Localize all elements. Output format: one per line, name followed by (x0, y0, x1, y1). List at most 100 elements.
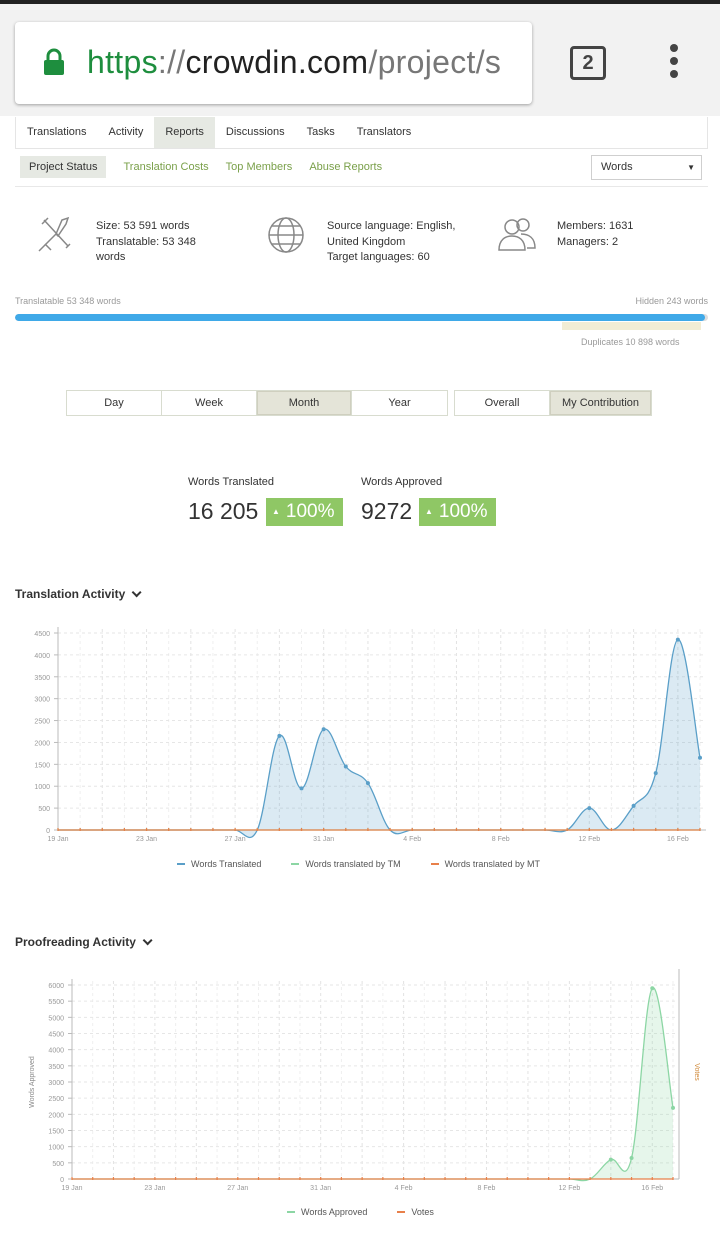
data-point (675, 637, 680, 642)
y-tick-label: 500 (52, 1161, 64, 1168)
subtab-abuse-reports[interactable]: Abuse Reports (309, 156, 382, 178)
tab-discussions[interactable]: Discussions (215, 117, 296, 148)
members-icon (497, 216, 537, 257)
translation-activity-chart: 0 500 1000 1500 2000 2500 3000 3500 4000 4500 19 J… (34, 627, 706, 843)
tab-tasks[interactable]: Tasks (296, 117, 346, 148)
browser-toolbar: https://crowdin.com/project/s 2 (0, 4, 720, 116)
tab-reports[interactable]: Reports (154, 117, 215, 148)
legend-label: Words Approved (301, 1207, 368, 1217)
y-tick-label: 2500 (48, 1096, 64, 1103)
subtab-translation-costs[interactable]: Translation Costs (123, 156, 208, 178)
legend-label: Words translated by MT (444, 859, 540, 869)
y-tick-label: 5000 (48, 1015, 64, 1022)
words-approved-label: Words Approved (361, 476, 443, 488)
words-approved-change: 100% (438, 501, 488, 522)
project-nav: Translations Activity Reports Discussions Ta… (15, 117, 708, 149)
legend-item-words-translated[interactable]: Words Translated (177, 859, 261, 869)
stats-size: Size: 53 591 words Translatable: 53 348 … (96, 219, 211, 266)
y-tick-label: 1500 (34, 762, 50, 769)
year-button[interactable]: Year (352, 391, 447, 415)
translatable-text: Translatable: 53 348 words (96, 235, 196, 264)
up-arrow-icon: ▲ (425, 507, 433, 516)
stats-members: Members: 1631 Managers: 2 (557, 219, 677, 250)
y-tick-label: 2000 (34, 740, 50, 747)
data-point (698, 755, 702, 760)
words-translated-label: Words Translated (188, 476, 275, 488)
source-language-text: Source language: English, United Kingdom (327, 220, 456, 248)
tools-icon (36, 214, 74, 259)
legend-swatch (291, 863, 300, 865)
y-tick-label: 4000 (48, 1048, 64, 1055)
data-point (653, 771, 658, 776)
words-translated-value: 16 205 (188, 498, 259, 524)
translatable-label: Translatable 53 348 words (15, 296, 121, 306)
legend-item-votes[interactable]: Votes (397, 1207, 434, 1217)
tab-translators[interactable]: Translators (346, 117, 423, 148)
series-line-words-approved (72, 987, 674, 1182)
subtab-project-status[interactable]: Project Status (20, 156, 107, 178)
unit-select[interactable]: Words ▼ (591, 155, 702, 180)
translatable-progress-bar (15, 314, 708, 321)
month-button[interactable]: Month (257, 391, 352, 415)
up-arrow-icon: ▲ (272, 507, 280, 516)
x-tick-label: 16 Feb (641, 1185, 663, 1192)
x-tick-label: 4 Feb (395, 1185, 413, 1192)
url-separator: :// (157, 44, 186, 80)
globe-icon (266, 215, 306, 260)
week-button[interactable]: Week (162, 391, 257, 415)
y-tick-label: 6000 (48, 983, 64, 990)
words-approved-value: 9272 (361, 498, 413, 524)
tab-translations[interactable]: Translations (16, 117, 98, 148)
address-bar[interactable]: https://crowdin.com/project/s (15, 22, 532, 104)
subtab-top-members[interactable]: Top Members (226, 156, 293, 178)
proofreading-activity-legend: Words Approved Votes (287, 1207, 464, 1217)
tab-activity[interactable]: Activity (98, 117, 155, 148)
data-point (671, 1105, 675, 1110)
words-translated-change: 100% (285, 501, 335, 522)
managers-text: Managers: 2 (557, 235, 619, 248)
data-point (343, 764, 348, 769)
target-languages-text: Target languages: 60 (327, 251, 430, 263)
x-tick-label: 19 Jan (47, 836, 68, 843)
y-tick-label: 3000 (34, 697, 50, 704)
size-text: Size: 53 591 words (96, 220, 190, 232)
y-tick-label: 1000 (48, 1145, 64, 1152)
translatable-progress-fill (15, 314, 705, 321)
tab-switcher-button[interactable]: 2 (570, 46, 606, 80)
words-translated-change-badge: ▲ 100% (266, 498, 343, 526)
x-tick-label: 23 Jan (136, 836, 157, 843)
url-host: crowdin.com (185, 44, 369, 80)
legend-swatch (177, 863, 185, 865)
y-tick-label: 4000 (34, 653, 50, 660)
x-tick-label: 12 Feb (558, 1185, 580, 1192)
legend-item-words-translated-by-mt[interactable]: Words translated by MT (430, 859, 540, 869)
y-tick-label: 3500 (34, 675, 50, 682)
y-tick-label: 3000 (48, 1080, 64, 1087)
proofreading-activity-title[interactable]: Proofreading Activity (15, 935, 153, 949)
translation-activity-title[interactable]: Translation Activity (15, 587, 142, 601)
overall-button[interactable]: Overall (455, 391, 550, 415)
data-point (631, 803, 636, 808)
duplicates-bar (562, 322, 701, 330)
day-button[interactable]: Day (67, 391, 162, 415)
data-point (299, 786, 304, 791)
legend-label: Words Translated (191, 859, 262, 869)
more-menu-icon[interactable] (664, 44, 684, 84)
y-tick-label: 5500 (48, 999, 64, 1006)
x-tick-label: 8 Feb (492, 836, 510, 843)
y-axis-label: Words Approved (29, 1056, 36, 1108)
y-tick-label: 3500 (48, 1064, 64, 1071)
legend-item-words-translated-by-tm[interactable]: Words translated by TM (291, 859, 401, 869)
legend-label: Words translated by TM (305, 859, 401, 869)
lock-icon (43, 48, 65, 81)
data-point (587, 806, 592, 811)
x-tick-label: 19 Jan (61, 1185, 82, 1192)
x-tick-label: 16 Feb (667, 836, 689, 843)
legend-item-words-approved[interactable]: Words Approved (287, 1207, 367, 1217)
y-tick-label: 4500 (48, 1032, 64, 1039)
my-contribution-button[interactable]: My Contribution (550, 391, 651, 415)
reports-subnav: Project Status Translation Costs Top Membe… (20, 155, 399, 179)
x-tick-label: 31 Jan (310, 1185, 331, 1192)
chevron-down-icon (131, 587, 142, 598)
y-tick-label: 2000 (48, 1112, 64, 1119)
